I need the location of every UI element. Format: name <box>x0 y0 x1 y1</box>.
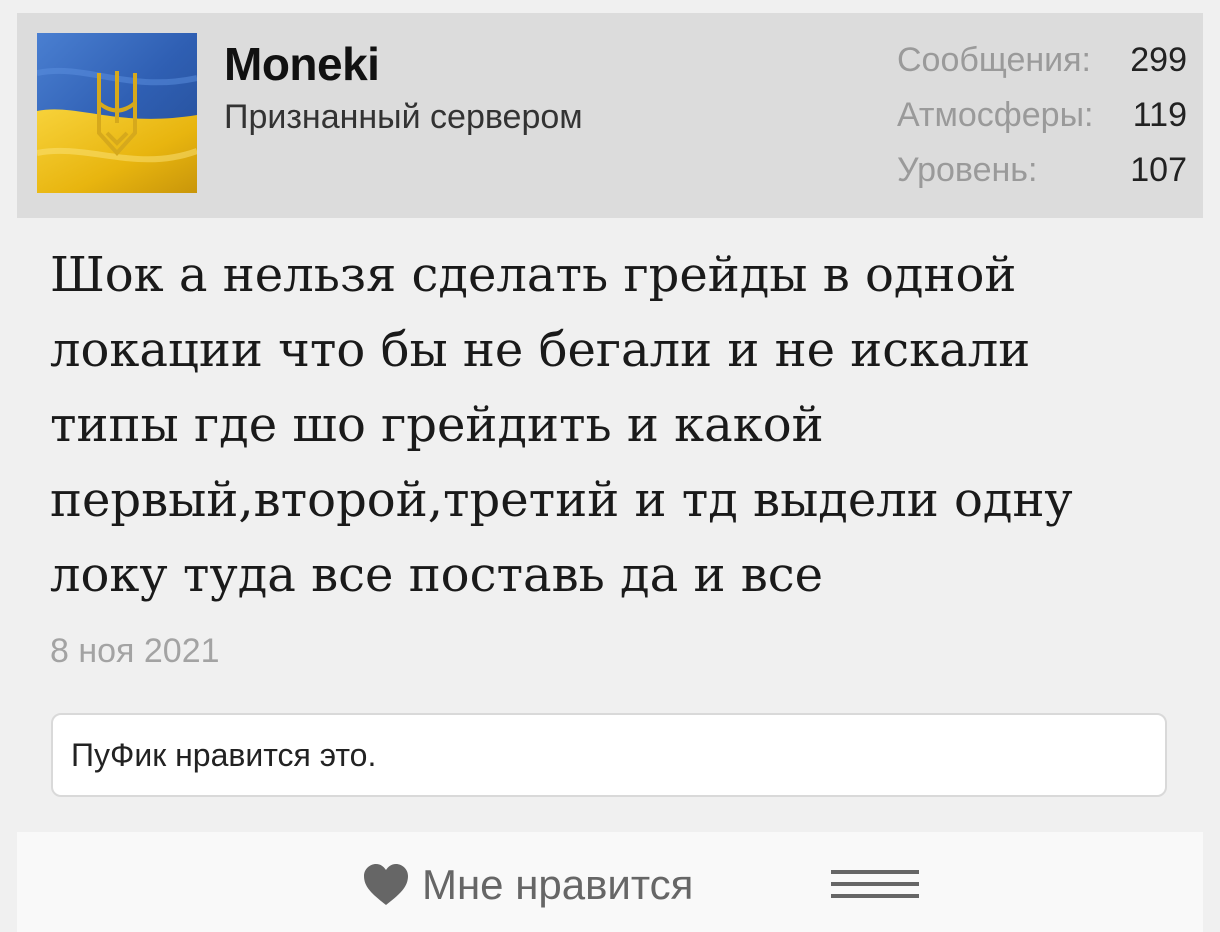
message-body: Шок а нельзя сделать грейды в одной лока… <box>50 238 1180 613</box>
message-date[interactable]: 8 ноя 2021 <box>50 632 220 671</box>
user-stats: Сообщения: 299 Атмосферы: 119 Уровень: 1… <box>897 41 1187 206</box>
message-line: типы где шо грейдить и какой <box>50 397 824 453</box>
message-line: первый,второй,третий и тд выдели одну <box>50 472 1073 528</box>
menu-line <box>831 882 919 886</box>
stat-row-atmospheres[interactable]: Атмосферы: 119 <box>897 96 1187 151</box>
like-button[interactable]: Мне нравится <box>362 860 693 910</box>
message-line: локации что бы не бегали и не искали <box>50 322 1031 378</box>
hamburger-menu-icon[interactable] <box>831 870 919 906</box>
stat-value: 119 <box>1132 96 1187 134</box>
ukraine-flag-trident-avatar <box>37 33 197 193</box>
likes-summary: ПуФик нравится это. <box>51 713 1167 797</box>
user-title: Признанный сервером <box>224 98 583 136</box>
post-actions-bar: Мне нравится <box>17 832 1203 932</box>
heart-icon <box>364 864 408 905</box>
post-header: Moneki Признанный сервером Сообщения: 29… <box>17 13 1203 218</box>
user-avatar[interactable] <box>37 33 197 193</box>
menu-line <box>831 894 919 898</box>
likes-text[interactable]: ПуФик нравится это. <box>71 737 376 774</box>
stat-value: 299 <box>1130 41 1187 79</box>
menu-line <box>831 870 919 874</box>
stat-row-level: Уровень: 107 <box>897 151 1187 206</box>
stat-row-messages[interactable]: Сообщения: 299 <box>897 41 1187 96</box>
message-line: Шок а нельзя сделать грейды в одной <box>50 247 1017 303</box>
stat-label: Сообщения: <box>897 41 1091 79</box>
like-button-label: Мне нравится <box>422 861 694 908</box>
stat-label: Атмосферы: <box>897 96 1094 134</box>
stat-label: Уровень: <box>897 151 1038 189</box>
message-line: локу туда все поставь да и все <box>50 547 824 603</box>
username[interactable]: Moneki <box>224 37 380 91</box>
stat-value: 107 <box>1130 151 1187 189</box>
